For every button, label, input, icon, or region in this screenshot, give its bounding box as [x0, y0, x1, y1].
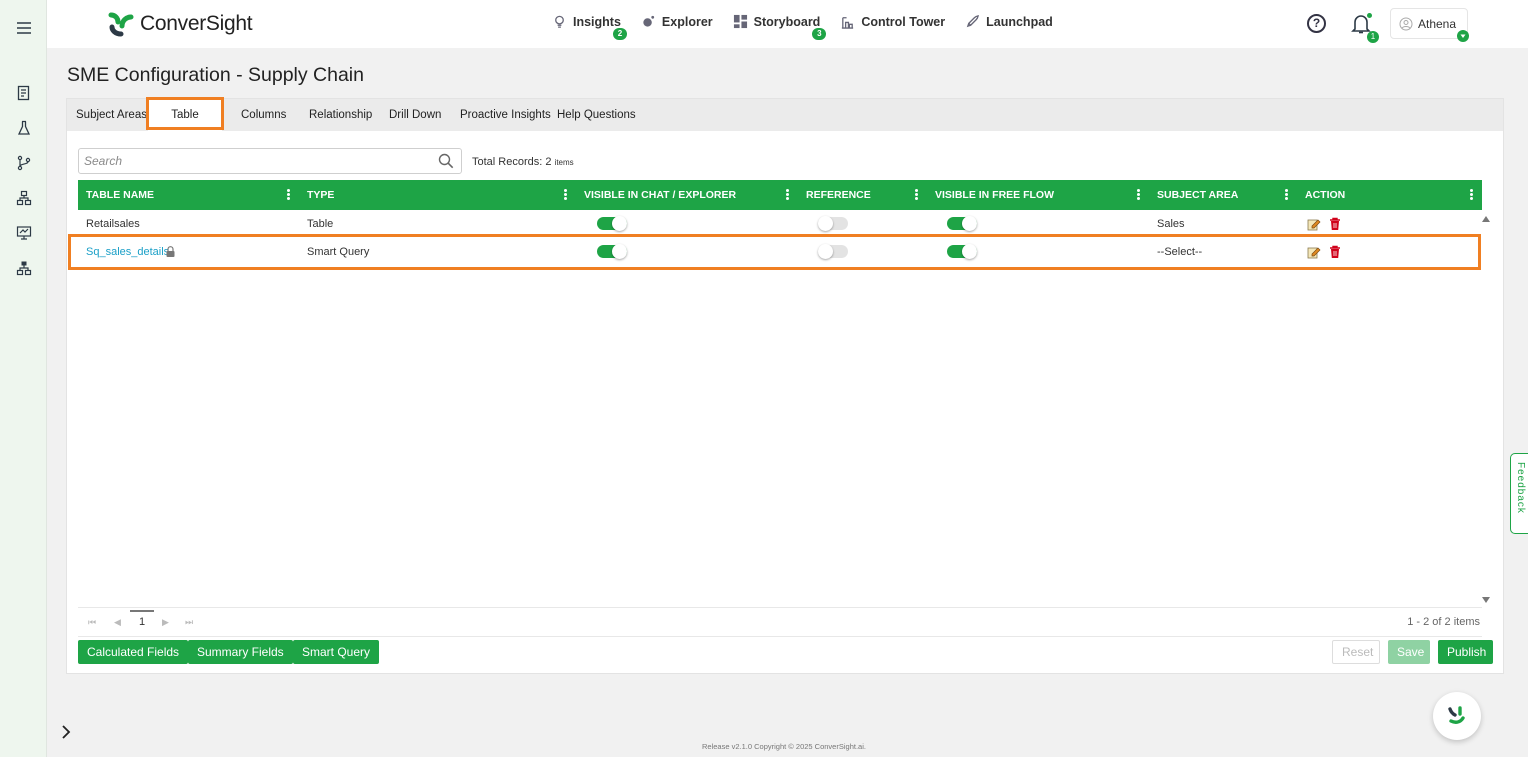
search-icon[interactable]	[438, 153, 454, 169]
storyboard-icon	[733, 14, 747, 29]
feedback-label: Feedback	[1515, 462, 1526, 514]
pager-info: 1 - 2 of 2 items	[1407, 616, 1480, 628]
total-records: Total Records: 2 items	[472, 156, 574, 168]
col-type[interactable]: TYPE	[307, 180, 334, 210]
nav-control-tower-label: Control Tower	[861, 14, 946, 29]
main-nav: Insights 2 Explorer Storyboard 3 Control…	[552, 14, 1053, 40]
edit-icon[interactable]	[1307, 217, 1321, 231]
nav-storyboard-label: Storyboard	[753, 14, 821, 29]
highlight-tab-table	[146, 97, 224, 130]
tab-relationship[interactable]: Relationship	[309, 99, 372, 131]
col-subject-area[interactable]: SUBJECT AREA	[1157, 180, 1238, 210]
nav-launchpad-label: Launchpad	[986, 14, 1053, 29]
tab-bar: Subject Areas Table Columns Relationship…	[67, 99, 1503, 131]
nav-insights-label: Insights	[573, 14, 621, 29]
left-rail	[0, 0, 47, 757]
col-reference[interactable]: REFERENCE	[806, 180, 871, 210]
next-page-icon[interactable]: ▶	[162, 617, 169, 628]
delete-icon[interactable]	[1328, 217, 1342, 231]
current-page[interactable]: 1	[130, 610, 154, 630]
expand-sidebar-chevron-icon[interactable]	[58, 724, 74, 740]
total-records-unit: items	[554, 158, 574, 167]
first-page-icon[interactable]: ⏮	[88, 617, 96, 628]
insights-count-badge: 2	[612, 28, 627, 40]
nav-explorer[interactable]: Explorer	[641, 14, 713, 29]
chat-assistant-button[interactable]	[1433, 692, 1481, 740]
report-icon[interactable]	[14, 83, 34, 103]
nav-insights[interactable]: Insights 2	[552, 14, 627, 40]
tab-subject-areas[interactable]: Subject Areas	[76, 99, 147, 131]
prev-page-icon[interactable]: ◀	[114, 617, 121, 628]
reset-button[interactable]: Reset	[1332, 640, 1380, 664]
col-subject-area-menu-icon[interactable]	[1285, 189, 1289, 201]
storyboard-count-badge: 3	[812, 28, 827, 40]
notification-dot	[1367, 13, 1372, 18]
notification-count-badge: 1	[1367, 31, 1379, 43]
col-visible-chat[interactable]: VISIBLE IN CHAT / EXPLORER	[584, 180, 736, 210]
rocket-icon	[966, 15, 980, 28]
col-visible-chat-menu-icon[interactable]	[786, 189, 790, 201]
tab-proactive-insights[interactable]: Proactive Insights	[460, 99, 551, 131]
scroll-up-arrow-icon[interactable]	[1482, 216, 1490, 222]
tab-help-questions[interactable]: Help Questions	[557, 99, 636, 131]
reference-toggle[interactable]	[818, 216, 848, 231]
presentation-icon[interactable]	[14, 223, 34, 243]
col-action[interactable]: ACTION	[1305, 180, 1345, 210]
control-tower-icon	[842, 17, 854, 29]
table-header: TABLE NAME TYPE VISIBLE IN CHAT / EXPLOR…	[78, 180, 1482, 210]
flask-icon[interactable]	[14, 118, 34, 138]
nav-explorer-label: Explorer	[661, 14, 713, 29]
smart-query-button[interactable]: Smart Query	[293, 640, 380, 664]
nav-control-tower[interactable]: Control Tower	[840, 14, 945, 29]
page-title: SME Configuration - Supply Chain	[67, 64, 364, 86]
branch-icon[interactable]	[14, 153, 34, 173]
conversight-logo-icon	[108, 12, 134, 37]
col-reference-menu-icon[interactable]	[915, 189, 919, 201]
user-avatar-icon	[1399, 17, 1413, 30]
calculated-fields-button[interactable]: Calculated Fields	[78, 640, 189, 664]
explorer-icon	[643, 15, 655, 27]
search-box	[78, 148, 462, 174]
col-free-flow-menu-icon[interactable]	[1137, 189, 1141, 201]
save-button[interactable]: Save	[1388, 640, 1430, 664]
feedback-tab[interactable]: Feedback	[1510, 453, 1528, 534]
help-icon[interactable]: ?	[1307, 14, 1326, 33]
visible-chat-toggle[interactable]	[597, 216, 627, 231]
chat-logo-icon	[1448, 706, 1465, 724]
scroll-down-arrow-icon[interactable]	[1482, 597, 1490, 603]
footer-copyright: Release v2.1.0 Copyright © 2025 ConverSi…	[702, 742, 866, 751]
total-records-label: Total Records: 2	[472, 156, 552, 168]
summary-fields-button[interactable]: Summary Fields	[188, 640, 293, 664]
user-menu-caret-icon[interactable]	[1457, 30, 1469, 42]
logo-text: ConverSight	[140, 12, 253, 35]
search-input[interactable]	[84, 150, 424, 172]
pager: ⏮ ◀ 1 ▶ ⏭ 1 - 2 of 2 items	[78, 607, 1482, 637]
top-bar: ConverSight Insights 2 Explorer Storyboa…	[47, 0, 1528, 48]
col-table-name[interactable]: TABLE NAME	[86, 180, 154, 210]
tab-drill-down[interactable]: Drill Down	[389, 99, 441, 131]
nav-storyboard[interactable]: Storyboard 3	[733, 14, 827, 40]
config-panel: Subject Areas Table Columns Relationship…	[66, 98, 1504, 674]
col-free-flow[interactable]: VISIBLE IN FREE FLOW	[935, 180, 1054, 210]
user-name: Athena	[1418, 16, 1457, 31]
free-flow-toggle[interactable]	[947, 216, 977, 231]
col-table-name-menu-icon[interactable]	[287, 189, 291, 201]
lightbulb-icon	[555, 15, 564, 28]
col-action-menu-icon[interactable]	[1470, 189, 1474, 201]
highlight-row-sq-sales-details	[68, 234, 1481, 270]
hierarchy-icon[interactable]	[14, 188, 34, 208]
hamburger-menu-icon[interactable]	[14, 18, 34, 38]
nav-launchpad[interactable]: Launchpad	[965, 14, 1053, 29]
publish-button[interactable]: Publish	[1438, 640, 1493, 664]
col-type-menu-icon[interactable]	[564, 189, 568, 201]
last-page-icon[interactable]: ⏭	[185, 617, 193, 628]
network-icon[interactable]	[14, 258, 34, 278]
logo[interactable]: ConverSight	[108, 11, 253, 37]
tab-columns[interactable]: Columns	[241, 99, 286, 131]
